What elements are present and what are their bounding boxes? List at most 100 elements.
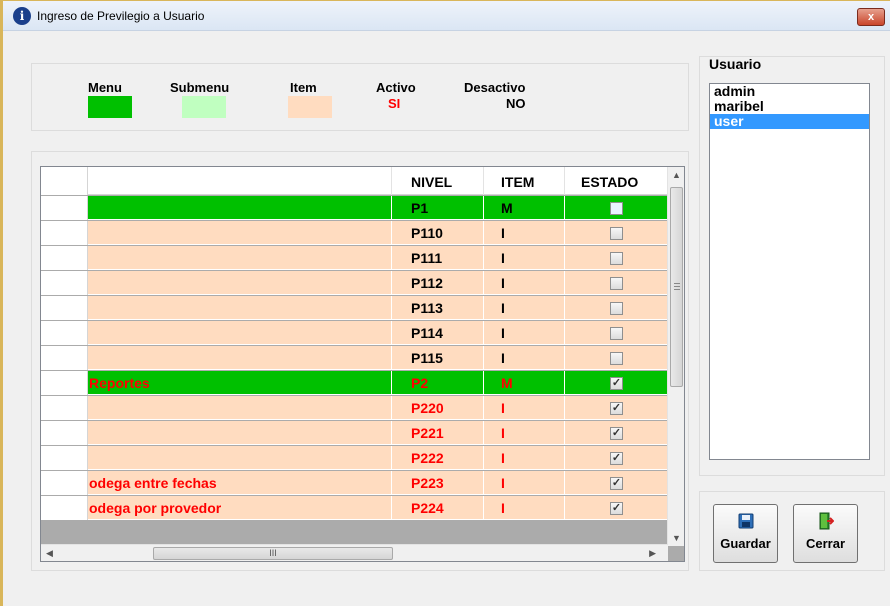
cell-nivel[interactable]: P115 [392,346,484,370]
table-row[interactable]: P113 I [41,296,668,320]
cell-description[interactable] [89,196,392,220]
row-header-cell[interactable] [41,246,88,270]
cell-item[interactable]: I [484,346,565,370]
close-window-button[interactable]: x [857,8,885,26]
table-row[interactable]: P1 M [41,196,668,220]
estado-checkbox[interactable] [610,227,623,240]
cell-nivel[interactable]: P221 [392,421,484,445]
cell-description[interactable]: Reportes [89,371,392,395]
table-row[interactable]: P110 I [41,221,668,245]
scroll-down-icon[interactable]: ▼ [672,533,681,543]
cell-item[interactable]: I [484,421,565,445]
cell-nivel[interactable]: P2 [392,371,484,395]
table-row[interactable]: odega por provedor P224 I ✓ [41,496,668,520]
row-header-cell[interactable] [41,471,88,495]
cell-item[interactable]: I [484,396,565,420]
cell-item[interactable]: I [484,496,565,520]
row-header-cell[interactable] [41,396,88,420]
estado-checkbox[interactable] [610,277,623,290]
cell-item[interactable]: I [484,246,565,270]
cell-nivel[interactable]: P114 [392,321,484,345]
cell-nivel[interactable]: P112 [392,271,484,295]
cell-item[interactable]: I [484,296,565,320]
table-row[interactable]: P115 I [41,346,668,370]
row-header-cell[interactable] [41,421,88,445]
cell-nivel[interactable]: P113 [392,296,484,320]
estado-checkbox[interactable]: ✓ [610,452,623,465]
row-header-cell[interactable] [41,346,88,370]
table-row[interactable]: P222 I ✓ [41,446,668,470]
row-header-cell[interactable] [41,321,88,345]
cell-item[interactable]: I [484,446,565,470]
vertical-scrollbar[interactable]: ▲ ▼ [667,167,684,546]
cell-description[interactable] [89,446,392,470]
scroll-up-icon[interactable]: ▲ [672,170,681,180]
cell-item[interactable]: M [484,196,565,220]
estado-checkbox[interactable] [610,252,623,265]
cell-description[interactable] [89,296,392,320]
cell-nivel[interactable]: P110 [392,221,484,245]
table-row[interactable]: P220 I ✓ [41,396,668,420]
cell-item[interactable]: I [484,321,565,345]
estado-checkbox[interactable] [610,302,623,315]
column-header-nivel[interactable]: NIVEL [392,167,484,195]
row-header-cell[interactable] [41,446,88,470]
cell-nivel[interactable]: P111 [392,246,484,270]
row-header-cell[interactable] [41,496,88,520]
close-button[interactable]: Cerrar [793,504,858,563]
cell-description[interactable] [89,321,392,345]
row-header-cell[interactable] [41,196,88,220]
cell-item[interactable]: M [484,371,565,395]
cell-nivel[interactable]: P224 [392,496,484,520]
row-header-cell[interactable] [41,271,88,295]
table-row[interactable]: P114 I [41,321,668,345]
cell-item[interactable]: I [484,471,565,495]
user-list-item[interactable]: admin [710,84,869,99]
estado-checkbox[interactable] [610,352,623,365]
table-row[interactable]: Reportes P2 M ✓ [41,371,668,395]
user-list-item[interactable]: user [710,114,869,129]
estado-checkbox[interactable]: ✓ [610,477,623,490]
scroll-left-icon[interactable]: ◀ [46,548,53,559]
table-row[interactable]: P111 I [41,246,668,270]
legend-desactivo-label: Desactivo [464,80,526,95]
table-row[interactable]: P112 I [41,271,668,295]
horizontal-scroll-thumb[interactable]: III [153,547,393,560]
scroll-right-icon[interactable]: ▶ [649,548,656,559]
estado-checkbox[interactable]: ✓ [610,402,623,415]
column-header-item[interactable]: ITEM [484,167,565,195]
user-list-item[interactable]: maribel [710,99,869,114]
cell-item[interactable]: I [484,271,565,295]
cell-description[interactable] [89,271,392,295]
grid-header: NIVEL ITEM ESTADO [41,167,668,195]
estado-checkbox[interactable]: ✓ [610,377,623,390]
cell-description[interactable] [89,221,392,245]
horizontal-scrollbar[interactable]: ◀ III ▶ [41,544,668,561]
row-header-cell[interactable] [41,221,88,245]
cell-description[interactable] [89,246,392,270]
cell-description[interactable]: odega por provedor [89,496,392,520]
user-list[interactable]: admin maribel user [709,83,870,460]
cell-description[interactable] [89,421,392,445]
privileges-grid[interactable]: NIVEL ITEM ESTADO P1 M P110 I P111 I P112 I P113… [40,166,685,562]
column-header-desc[interactable] [89,167,392,195]
column-header-estado[interactable]: ESTADO [565,167,668,195]
vertical-scroll-thumb[interactable] [670,187,683,387]
estado-checkbox[interactable] [610,202,623,215]
cell-description[interactable]: odega entre fechas [89,471,392,495]
cell-description[interactable] [89,396,392,420]
cell-nivel[interactable]: P1 [392,196,484,220]
cell-nivel[interactable]: P220 [392,396,484,420]
estado-checkbox[interactable]: ✓ [610,502,623,515]
save-button[interactable]: Guardar [713,504,778,563]
cell-nivel[interactable]: P223 [392,471,484,495]
cell-item[interactable]: I [484,221,565,245]
estado-checkbox[interactable] [610,327,623,340]
cell-description[interactable] [89,346,392,370]
cell-nivel[interactable]: P222 [392,446,484,470]
row-header-cell[interactable] [41,296,88,320]
estado-checkbox[interactable]: ✓ [610,427,623,440]
table-row[interactable]: odega entre fechas P223 I ✓ [41,471,668,495]
table-row[interactable]: P221 I ✓ [41,421,668,445]
row-header-cell[interactable] [41,371,88,395]
